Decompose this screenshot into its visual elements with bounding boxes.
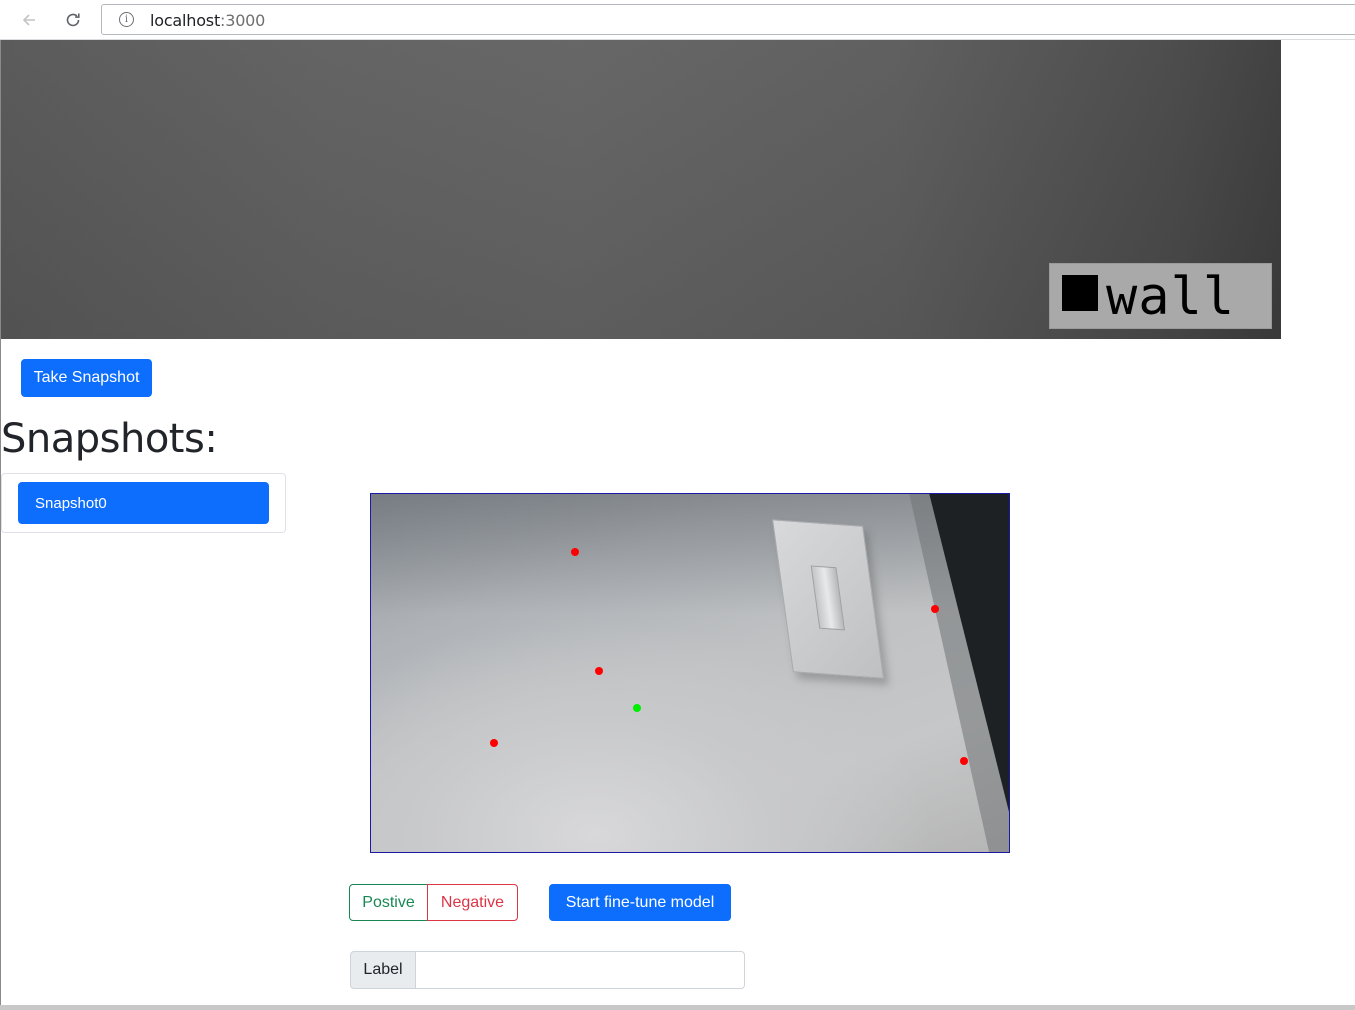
snapshots-heading: Snapshots: bbox=[1, 416, 218, 462]
reload-icon[interactable] bbox=[59, 6, 87, 34]
back-arrow-icon[interactable] bbox=[15, 6, 43, 34]
url-host: localhost bbox=[150, 11, 221, 30]
switch-toggle bbox=[810, 565, 846, 631]
negative-point[interactable] bbox=[571, 548, 579, 556]
prediction-color-swatch bbox=[1062, 275, 1098, 311]
negative-point[interactable] bbox=[931, 605, 939, 613]
prediction-overlay: wall bbox=[1049, 263, 1272, 329]
label-addon: Label bbox=[350, 951, 416, 989]
url-text: localhost:3000 bbox=[150, 11, 265, 30]
snapshot-canvas[interactable] bbox=[370, 493, 1010, 853]
wall-edge-shadow bbox=[909, 494, 1009, 852]
start-finetune-button[interactable]: Start fine-tune model bbox=[549, 884, 731, 921]
negative-point[interactable] bbox=[490, 739, 498, 747]
negative-button[interactable]: Negative bbox=[427, 884, 518, 921]
address-bar[interactable]: i localhost:3000 bbox=[101, 4, 1355, 35]
label-input[interactable] bbox=[416, 951, 745, 989]
point-type-toggle: Postive Negative bbox=[349, 884, 519, 921]
negative-point[interactable] bbox=[960, 757, 968, 765]
prediction-label: wall bbox=[1106, 267, 1236, 327]
horizontal-scrollbar[interactable] bbox=[0, 1005, 1355, 1010]
url-port: :3000 bbox=[220, 11, 266, 30]
positive-button[interactable]: Postive bbox=[349, 884, 428, 921]
webcam-feed: wall bbox=[1, 40, 1281, 339]
snapshot-item[interactable]: Snapshot0 bbox=[18, 482, 269, 524]
take-snapshot-button[interactable]: Take Snapshot bbox=[21, 359, 152, 397]
info-icon[interactable]: i bbox=[119, 12, 134, 27]
snapshot-list: Snapshot0 bbox=[1, 473, 286, 533]
label-input-group: Label bbox=[350, 951, 745, 989]
positive-point[interactable] bbox=[633, 704, 641, 712]
browser-toolbar: i localhost:3000 bbox=[0, 0, 1355, 40]
negative-point[interactable] bbox=[595, 667, 603, 675]
